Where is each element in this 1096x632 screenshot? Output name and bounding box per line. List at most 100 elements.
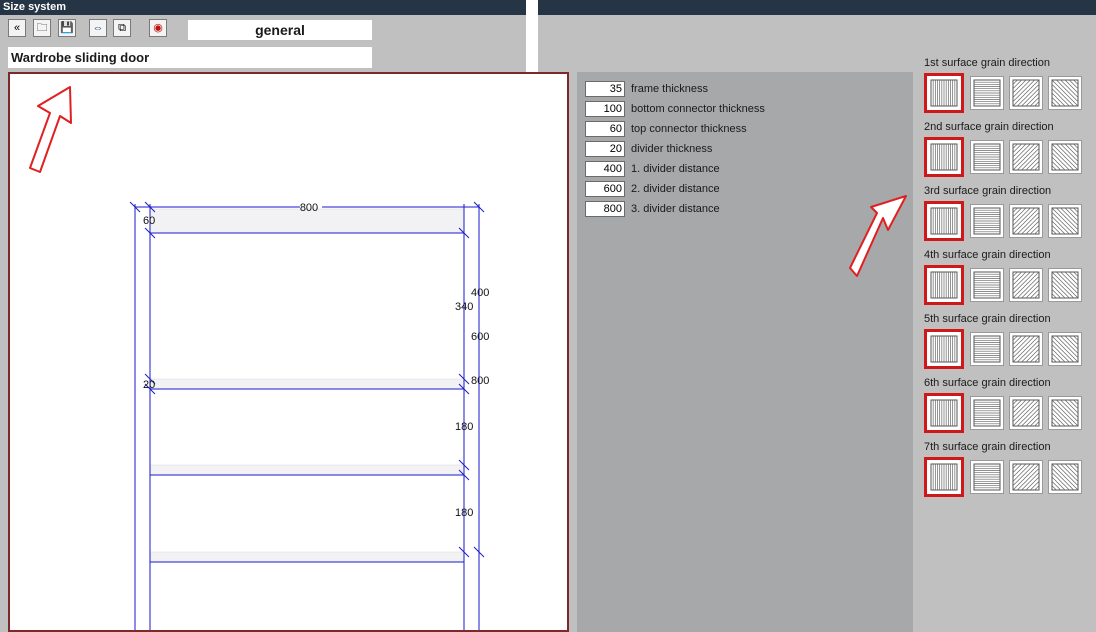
grain-vertical-icon — [930, 399, 958, 427]
grain-option-diagonal-right[interactable] — [1009, 76, 1043, 110]
dim-section-3-height: 180 — [455, 507, 473, 519]
dim-divider-3-distance: 800 — [471, 375, 489, 387]
grain-diagonal-left-icon — [1051, 79, 1079, 107]
save-button[interactable]: 💾 — [58, 19, 76, 37]
grain-option-diagonal-right[interactable] — [1009, 268, 1043, 302]
param-value-input[interactable] — [585, 101, 625, 117]
grain-vertical-icon — [930, 463, 958, 491]
param-value-input[interactable] — [585, 81, 625, 97]
resize-fit-icon: ⇔ — [92, 21, 104, 34]
grain-diagonal-right-icon — [1012, 271, 1040, 299]
panel-separator — [526, 0, 538, 72]
grain-option-horizontal[interactable] — [970, 460, 1004, 494]
technical-drawing: 800 60 400 340 600 20 800 180 180 — [129, 201, 489, 630]
grain-diagonal-left-icon — [1051, 399, 1079, 427]
grain-diagonal-left-icon — [1051, 271, 1079, 299]
grain-diagonal-right-icon — [1012, 399, 1040, 427]
grain-horizontal-icon — [973, 143, 1001, 171]
grain-option-horizontal[interactable] — [970, 140, 1004, 174]
grain-option-diagonal-left[interactable] — [1048, 76, 1082, 110]
param-label: top connector thickness — [631, 123, 747, 135]
grain-option-diagonal-left[interactable] — [1048, 204, 1082, 238]
grain-option-diagonal-right[interactable] — [1009, 204, 1043, 238]
lifebuoy-icon: ◉ — [153, 21, 163, 34]
dim-divider-2-distance: 600 — [471, 331, 489, 343]
window-title: Size system — [3, 1, 66, 13]
grain-horizontal-icon — [973, 207, 1001, 235]
drawing-canvas[interactable]: 800 60 400 340 600 20 800 180 180 — [8, 72, 569, 632]
param-label: frame thickness — [631, 83, 709, 95]
open-document-icon: 🗀 — [36, 21, 48, 34]
grain-direction-title: 6th surface grain direction — [924, 377, 1051, 389]
copy-button[interactable]: ⧉ — [113, 19, 131, 37]
grain-horizontal-icon — [973, 271, 1001, 299]
open-button[interactable]: 🗀 — [33, 19, 51, 37]
grain-option-horizontal[interactable] — [970, 396, 1004, 430]
grain-direction-title: 7th surface grain direction — [924, 441, 1051, 453]
param-value-input[interactable] — [585, 121, 625, 137]
grain-vertical-icon — [930, 335, 958, 363]
copy-pages-icon: ⧉ — [118, 21, 126, 34]
grain-direction-title: 3rd surface grain direction — [924, 185, 1052, 197]
grain-option-diagonal-right[interactable] — [1009, 140, 1043, 174]
grain-diagonal-right-icon — [1012, 463, 1040, 491]
param-value-input[interactable] — [585, 141, 625, 157]
dim-divider-thickness: 20 — [143, 379, 155, 391]
dim-section-2-height: 180 — [455, 421, 473, 433]
back-button[interactable]: « — [8, 19, 26, 37]
grain-option-diagonal-left[interactable] — [1048, 460, 1082, 494]
grain-option-vertical[interactable] — [924, 201, 964, 241]
grain-horizontal-icon — [973, 463, 1001, 491]
grain-diagonal-right-icon — [1012, 143, 1040, 171]
grain-option-horizontal[interactable] — [970, 332, 1004, 366]
grain-option-vertical[interactable] — [924, 73, 964, 113]
param-label: divider thickness — [631, 143, 713, 155]
grain-diagonal-left-icon — [1051, 207, 1079, 235]
grain-direction-title: 1st surface grain direction — [924, 57, 1050, 69]
param-row: 1. divider distance — [585, 161, 720, 177]
grain-option-diagonal-right[interactable] — [1009, 332, 1043, 366]
grain-option-diagonal-left[interactable] — [1048, 140, 1082, 174]
grain-direction-title: 4th surface grain direction — [924, 249, 1051, 261]
grain-option-vertical[interactable] — [924, 137, 964, 177]
grain-option-diagonal-left[interactable] — [1048, 396, 1082, 430]
grain-option-vertical[interactable] — [924, 329, 964, 369]
grain-diagonal-right-icon — [1012, 79, 1040, 107]
param-row: frame thickness — [585, 81, 708, 97]
fit-size-button[interactable]: ⇔ — [89, 19, 107, 37]
grain-vertical-icon — [930, 79, 958, 107]
grain-option-vertical[interactable] — [924, 393, 964, 433]
param-value-input[interactable] — [585, 181, 625, 197]
grain-option-diagonal-right[interactable] — [1009, 460, 1043, 494]
grain-option-diagonal-left[interactable] — [1048, 332, 1082, 366]
grain-option-horizontal[interactable] — [970, 268, 1004, 302]
grain-vertical-icon — [930, 271, 958, 299]
param-row: 2. divider distance — [585, 181, 720, 197]
grain-diagonal-left-icon — [1051, 335, 1079, 363]
param-label: 1. divider distance — [631, 163, 720, 175]
grain-horizontal-icon — [973, 335, 1001, 363]
grain-horizontal-icon — [973, 79, 1001, 107]
grain-option-vertical[interactable] — [924, 265, 964, 305]
param-label: bottom connector thickness — [631, 103, 765, 115]
help-button[interactable]: ◉ — [149, 19, 167, 37]
divider-3 — [149, 551, 465, 563]
param-row: bottom connector thickness — [585, 101, 765, 117]
param-value-input[interactable] — [585, 201, 625, 217]
double-chevron-left-icon: « — [13, 21, 21, 34]
grain-option-horizontal[interactable] — [970, 204, 1004, 238]
dim-top-width: 800 — [300, 202, 318, 214]
param-row: 3. divider distance — [585, 201, 720, 217]
grain-option-horizontal[interactable] — [970, 76, 1004, 110]
grain-option-diagonal-left[interactable] — [1048, 268, 1082, 302]
item-name-field[interactable]: Wardrobe sliding door — [8, 47, 372, 68]
grain-diagonal-right-icon — [1012, 207, 1040, 235]
param-row: divider thickness — [585, 141, 712, 157]
mode-label: general — [188, 20, 372, 40]
parameters-panel: frame thickness bottom connector thicknes… — [577, 72, 913, 632]
grain-option-diagonal-right[interactable] — [1009, 396, 1043, 430]
grain-direction-panel: 1st surface grain direction 2nd surface g… — [913, 0, 1096, 622]
param-row: top connector thickness — [585, 121, 747, 137]
param-value-input[interactable] — [585, 161, 625, 177]
grain-option-vertical[interactable] — [924, 457, 964, 497]
